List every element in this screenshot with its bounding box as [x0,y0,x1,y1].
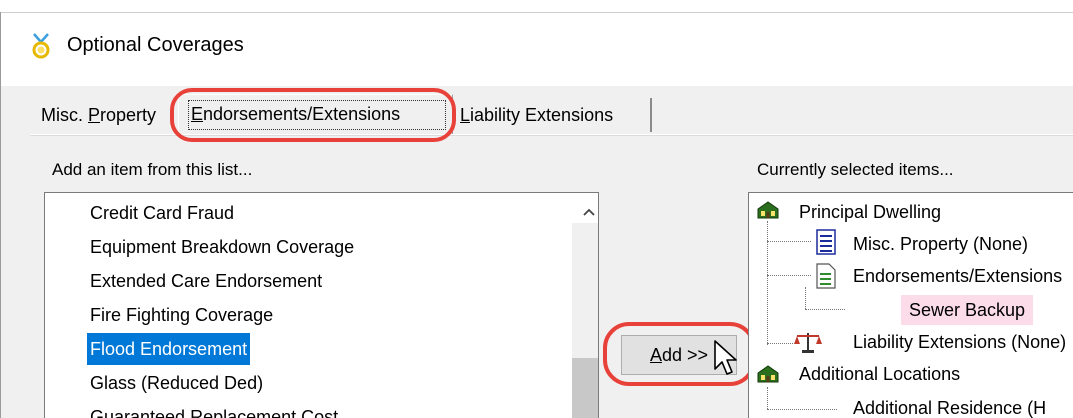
house-icon [757,201,779,219]
tab-label-key: P [88,105,101,125]
tree-node-liability-extensions[interactable]: Liability Extensions (None) [853,327,1066,357]
tree-node-principal-dwelling[interactable]: Principal Dwelling [799,197,941,227]
scroll-up-arrow-icon[interactable] [583,207,595,217]
tree-connector [767,221,768,345]
document-list-icon [816,229,836,255]
tab-edge [650,98,652,132]
tab-label-post: roperty [100,105,157,125]
tree-connector [767,241,811,242]
optional-coverages-window: Optional Coverages Misc. Property Endors… [0,0,1073,418]
tab-label-pre: Misc. [41,105,88,125]
mouse-pointer-icon [714,340,737,375]
document-edit-icon [816,263,836,289]
title-bar: Optional Coverages [0,0,1073,86]
available-items-list[interactable]: Credit Card Fraud Equipment Breakdown Co… [44,192,599,418]
tree-connector [767,343,793,344]
tree-connector [805,309,845,310]
list-item[interactable]: Equipment Breakdown Coverage [87,231,357,263]
selected-items-tree[interactable]: Principal Dwelling Misc. Property (None)… [748,192,1073,418]
available-list-label: Add an item from this list... [52,160,253,179]
list-item[interactable]: Extended Care Endorsement [87,265,325,297]
tab-highlight-circle [170,88,456,142]
window-border [0,12,1,418]
tab-strip: Misc. Property Endorsements/Extensions L… [0,94,1073,136]
tree-connector [767,275,811,276]
selected-items-label: Currently selected items... [757,160,954,179]
top-divider [0,12,1073,13]
tab-label-key: L [460,105,471,125]
tab-label-post: iability Extensions [470,105,614,125]
list-item[interactable]: Credit Card Fraud [87,197,237,229]
list-item-selected[interactable]: Flood Endorsement [87,333,251,365]
medal-icon [32,33,50,59]
tree-node-endorsements-extensions[interactable]: Endorsements/Extensions [853,261,1062,291]
tree-node-misc-property[interactable]: Misc. Property (None) [853,229,1028,259]
list-item[interactable]: Guaranteed Replacement Cost [87,401,341,418]
tree-node-additional-residence[interactable]: Additional Residence (H [853,393,1046,418]
tree-node-sewer-backup[interactable]: Sewer Backup [901,295,1034,325]
tab-misc-property[interactable]: Misc. Property [37,98,177,132]
tab-liability-extensions[interactable]: Liability Extensions [456,98,652,132]
tree-connector [767,409,837,410]
scales-icon [794,333,822,353]
window-title: Optional Coverages [67,34,244,56]
list-item[interactable]: Fire Fighting Coverage [87,299,276,331]
tree-node-additional-locations[interactable]: Additional Locations [799,359,960,389]
tree-connector [767,387,768,409]
scrollbar-thumb[interactable] [572,358,598,418]
tree-connector [805,287,806,309]
house-icon [757,365,779,383]
list-item[interactable]: Glass (Reduced Ded) [87,367,266,399]
